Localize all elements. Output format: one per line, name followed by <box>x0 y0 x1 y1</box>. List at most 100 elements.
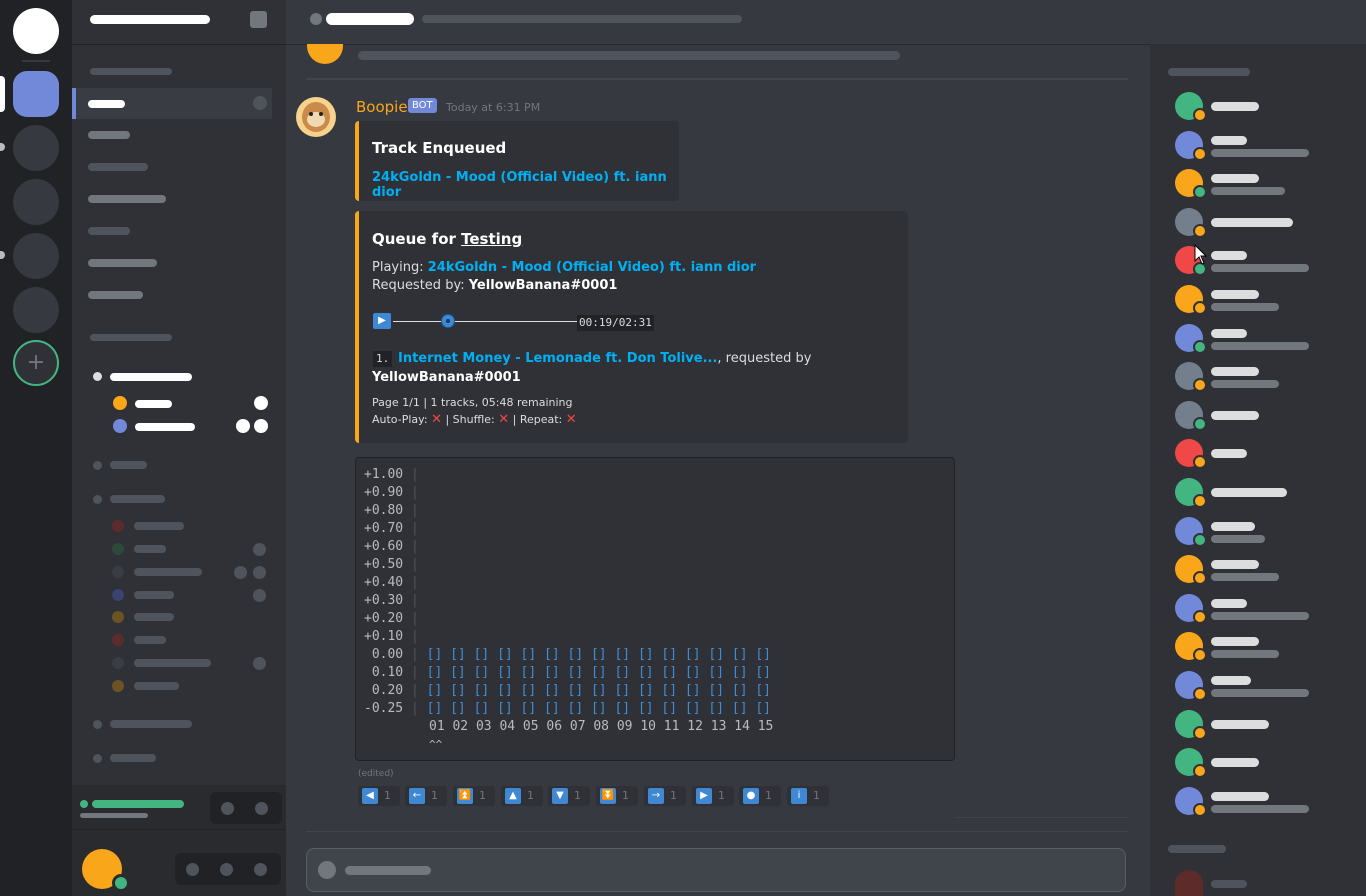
equalizer-row: +0.90 | <box>364 484 427 502</box>
reaction-button[interactable]: ▲ 1 <box>501 786 543 806</box>
member-name[interactable] <box>1211 758 1259 768</box>
member-name[interactable] <box>1211 410 1259 420</box>
voice-user[interactable] <box>135 423 195 431</box>
server-icon[interactable] <box>13 179 59 225</box>
channel-item[interactable] <box>88 227 130 235</box>
channel-item[interactable] <box>88 259 157 267</box>
playing-track-link[interactable]: 24kGoldn - Mood (Official Video) ft. ian… <box>428 260 756 275</box>
voice-user[interactable] <box>134 591 174 599</box>
server-icon[interactable] <box>13 125 59 171</box>
deafen-icon <box>254 419 268 433</box>
reaction-button[interactable]: ▶ 1 <box>692 786 734 806</box>
member-name[interactable] <box>1211 367 1259 377</box>
user-avatar <box>112 566 124 578</box>
member-name[interactable] <box>1211 560 1259 570</box>
member-name[interactable] <box>1211 719 1269 729</box>
voice-user[interactable] <box>134 568 202 576</box>
server-icon-active[interactable] <box>13 71 59 117</box>
voice-user[interactable] <box>135 400 172 408</box>
equalizer-level-label: +0.70 <box>364 521 404 536</box>
reaction-button[interactable]: ◀ 1 <box>358 786 400 806</box>
member-status-icon <box>1193 378 1207 393</box>
mic-icon[interactable] <box>186 863 199 876</box>
member-status-icon <box>1193 802 1207 817</box>
channel-item[interactable] <box>88 163 148 171</box>
channel-item[interactable] <box>88 291 143 299</box>
axis-separator: | <box>403 665 427 680</box>
track-enqueued-embed: Track Enqueued 24kGoldn - Mood (Official… <box>355 121 679 201</box>
queue-index: 1. <box>373 351 393 367</box>
member-name[interactable] <box>1211 880 1247 888</box>
voice-channel[interactable] <box>110 720 192 728</box>
server-icon[interactable] <box>13 287 59 333</box>
member-name[interactable] <box>1211 637 1259 647</box>
voice-channel[interactable] <box>110 461 147 469</box>
member-name[interactable] <box>1211 251 1247 261</box>
settings-icon[interactable] <box>253 96 267 110</box>
member-name[interactable] <box>1211 791 1269 801</box>
voice-user[interactable] <box>134 613 174 621</box>
voice-channel-icon <box>93 495 102 504</box>
voice-user[interactable] <box>134 522 184 530</box>
bot-avatar[interactable] <box>296 97 336 137</box>
headphones-icon[interactable] <box>220 863 233 876</box>
voice-user[interactable] <box>134 659 211 667</box>
reaction-button[interactable]: ← 1 <box>405 786 447 806</box>
category-header[interactable] <box>90 334 172 341</box>
queue-settings: Auto-Play: ✕ | Shuffle: ✕ | Repeat: ✕ <box>372 412 577 427</box>
member-name[interactable] <box>1211 102 1259 111</box>
queue-channel-name[interactable]: Testing <box>461 230 522 248</box>
channel-item[interactable] <box>88 195 166 203</box>
disconnect-icon[interactable] <box>255 802 268 815</box>
member-name[interactable] <box>1211 135 1247 145</box>
member-name[interactable] <box>1211 290 1259 299</box>
voice-user[interactable] <box>134 636 166 644</box>
voice-user[interactable] <box>134 682 179 690</box>
equalizer-row: 0.20 | [] [] [] [] [] [] [] [] [] [] [] … <box>364 682 771 700</box>
category-header[interactable] <box>90 68 172 75</box>
gear-icon[interactable] <box>254 863 267 876</box>
axis-separator: | <box>403 575 427 590</box>
author-name[interactable]: Boopie <box>356 98 408 116</box>
home-button[interactable] <box>13 8 59 54</box>
message-input[interactable] <box>306 848 1126 892</box>
reaction-button[interactable]: ● 1 <box>739 786 781 806</box>
server-icon[interactable] <box>13 233 59 279</box>
member-status-icon <box>1193 185 1207 200</box>
channel-topic[interactable] <box>422 15 742 23</box>
equalizer-row: +0.30 | <box>364 592 427 610</box>
member-name[interactable] <box>1211 449 1247 459</box>
queue-track-link[interactable]: Internet Money - Lemonade ft. Don Tolive… <box>398 351 717 366</box>
voice-user[interactable] <box>134 545 166 553</box>
member-status-icon <box>1193 532 1207 547</box>
reaction-button[interactable]: → 1 <box>644 786 686 806</box>
add-server-button[interactable]: + <box>13 340 59 386</box>
member-name[interactable] <box>1211 676 1251 685</box>
server-menu-icon[interactable] <box>250 11 267 28</box>
attach-icon[interactable] <box>318 861 336 879</box>
user-avatar[interactable] <box>307 44 343 64</box>
screen-share-icon[interactable] <box>221 802 234 815</box>
reaction-button[interactable]: ▼ 1 <box>548 786 590 806</box>
voice-channel[interactable] <box>110 373 192 381</box>
reaction-button[interactable]: ⏫ 1 <box>453 786 495 806</box>
axis-separator: | <box>403 647 427 662</box>
reaction-count: 1 <box>718 789 725 802</box>
member-name[interactable] <box>1211 328 1247 338</box>
server-separator <box>22 60 50 62</box>
member-name[interactable] <box>1211 174 1259 184</box>
voice-channel[interactable] <box>110 754 156 762</box>
message-timestamp: Today at 6:31 PM <box>446 101 541 114</box>
member-name[interactable] <box>1211 488 1287 497</box>
channel-item[interactable] <box>88 131 130 139</box>
member-name[interactable] <box>1211 598 1247 608</box>
member-name[interactable] <box>1211 217 1293 227</box>
server-header[interactable] <box>72 0 286 44</box>
track-link[interactable]: 24kGoldn - Mood (Official Video) ft. ian… <box>372 170 679 200</box>
channel-item-selected[interactable] <box>72 88 272 119</box>
member-avatar[interactable] <box>1175 870 1203 896</box>
voice-channel[interactable] <box>110 495 165 503</box>
reaction-button[interactable]: i1 <box>787 786 829 806</box>
reaction-button[interactable]: ⏬ 1 <box>596 786 638 806</box>
member-name[interactable] <box>1211 521 1255 531</box>
